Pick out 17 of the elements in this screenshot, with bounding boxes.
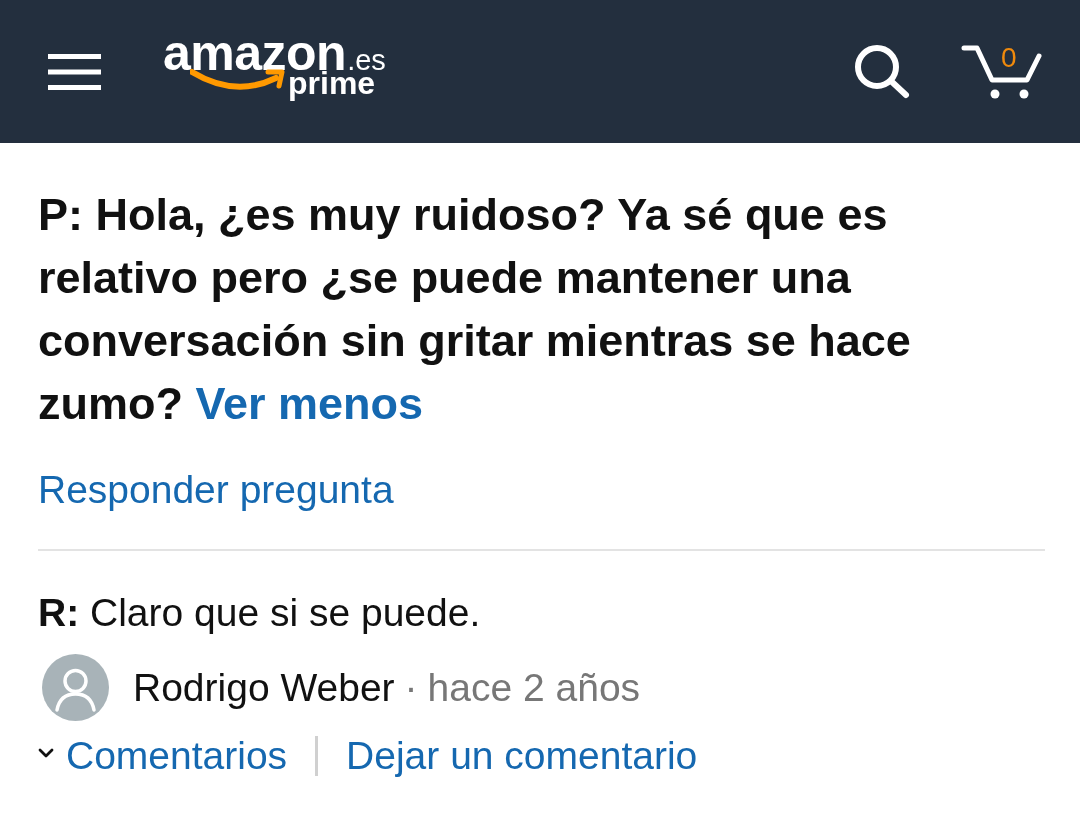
answer-date: hace 2 años — [427, 665, 641, 711]
search-button[interactable] — [854, 44, 910, 99]
avatar-icon — [42, 654, 109, 721]
leave-comment-link[interactable]: Dejar un comentario — [346, 732, 698, 779]
answer-text: R: Claro que si se puede. — [38, 590, 482, 636]
menu-button[interactable] — [48, 53, 101, 90]
show-less-link[interactable]: Ver menos — [195, 378, 424, 429]
cart-button[interactable]: 0 — [961, 44, 1043, 99]
answer-question-link[interactable]: Responder pregunta — [38, 466, 394, 513]
cart-icon — [961, 44, 1043, 99]
question-text: P: Hola, ¿es muy ruidoso? Ya sé que es relativo pero ¿se puede mantener una conversación sin gritar mientras se hace zumo? Ver menos — [38, 188, 912, 431]
dot-separator: · — [404, 665, 418, 711]
author-name: Rodrigo Weber — [133, 665, 395, 711]
logo-domain: .es — [347, 46, 386, 75]
menu-icon — [48, 53, 101, 90]
search-icon — [854, 44, 910, 99]
comments-toggle[interactable]: Comentarios — [38, 732, 288, 779]
